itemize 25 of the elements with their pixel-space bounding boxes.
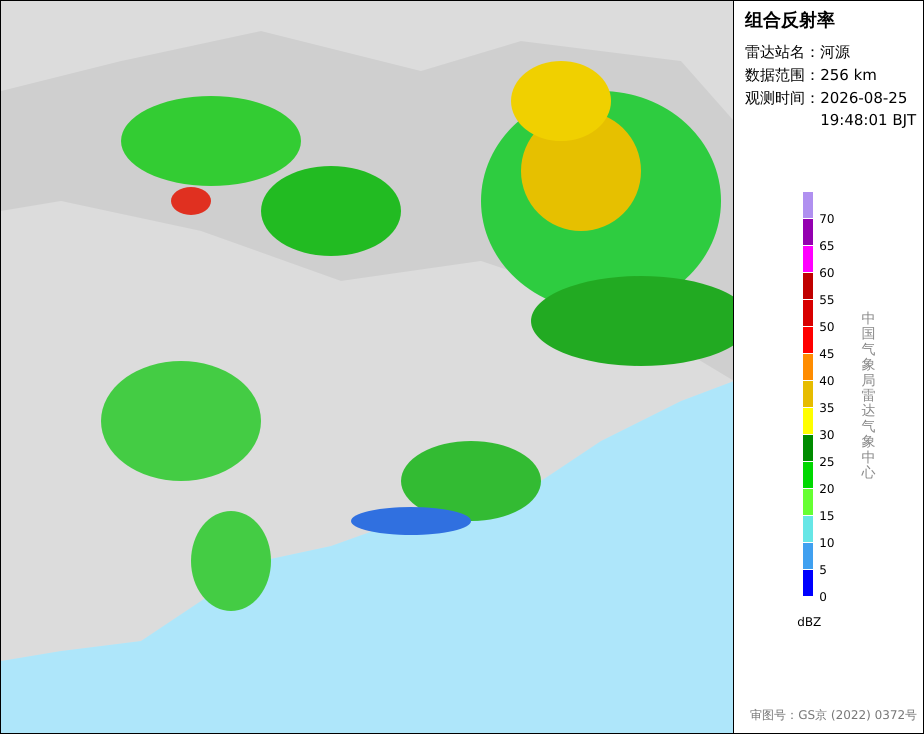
scale-label: 0 — [819, 589, 827, 604]
field-label: 数据范围： — [745, 65, 820, 86]
field-value: 256 km — [820, 65, 877, 86]
scale-label: 70 — [819, 211, 834, 226]
field-value: 2026-08-25 19:48:01 BJT — [820, 88, 916, 131]
unit-label: dBZ — [797, 615, 822, 629]
scale-label: 55 — [819, 292, 834, 307]
credit-text: 中国气象局雷达气象中心 — [861, 312, 876, 482]
field-label: 雷达站名： — [745, 42, 820, 63]
scale-label: 20 — [819, 481, 834, 496]
field-label: 观测时间： — [745, 88, 820, 109]
field-value: 河源 — [820, 42, 850, 63]
scale-label: 40 — [819, 373, 834, 388]
scale-label: 15 — [819, 508, 834, 523]
scale-label: 60 — [819, 265, 834, 280]
scale-label: 45 — [819, 346, 834, 361]
scale-label: 5 — [819, 562, 827, 577]
scale-label: 25 — [819, 454, 834, 469]
scale-label: 30 — [819, 427, 834, 442]
scale-label: 10 — [819, 535, 834, 550]
scale-label: 35 — [819, 400, 834, 415]
scale-label: 65 — [819, 238, 834, 253]
panel-title: 组合反射率 — [745, 9, 836, 33]
approval-number: 审图号：GS京 (2022) 0372号 — [750, 707, 918, 724]
scale-label: 50 — [819, 319, 834, 334]
